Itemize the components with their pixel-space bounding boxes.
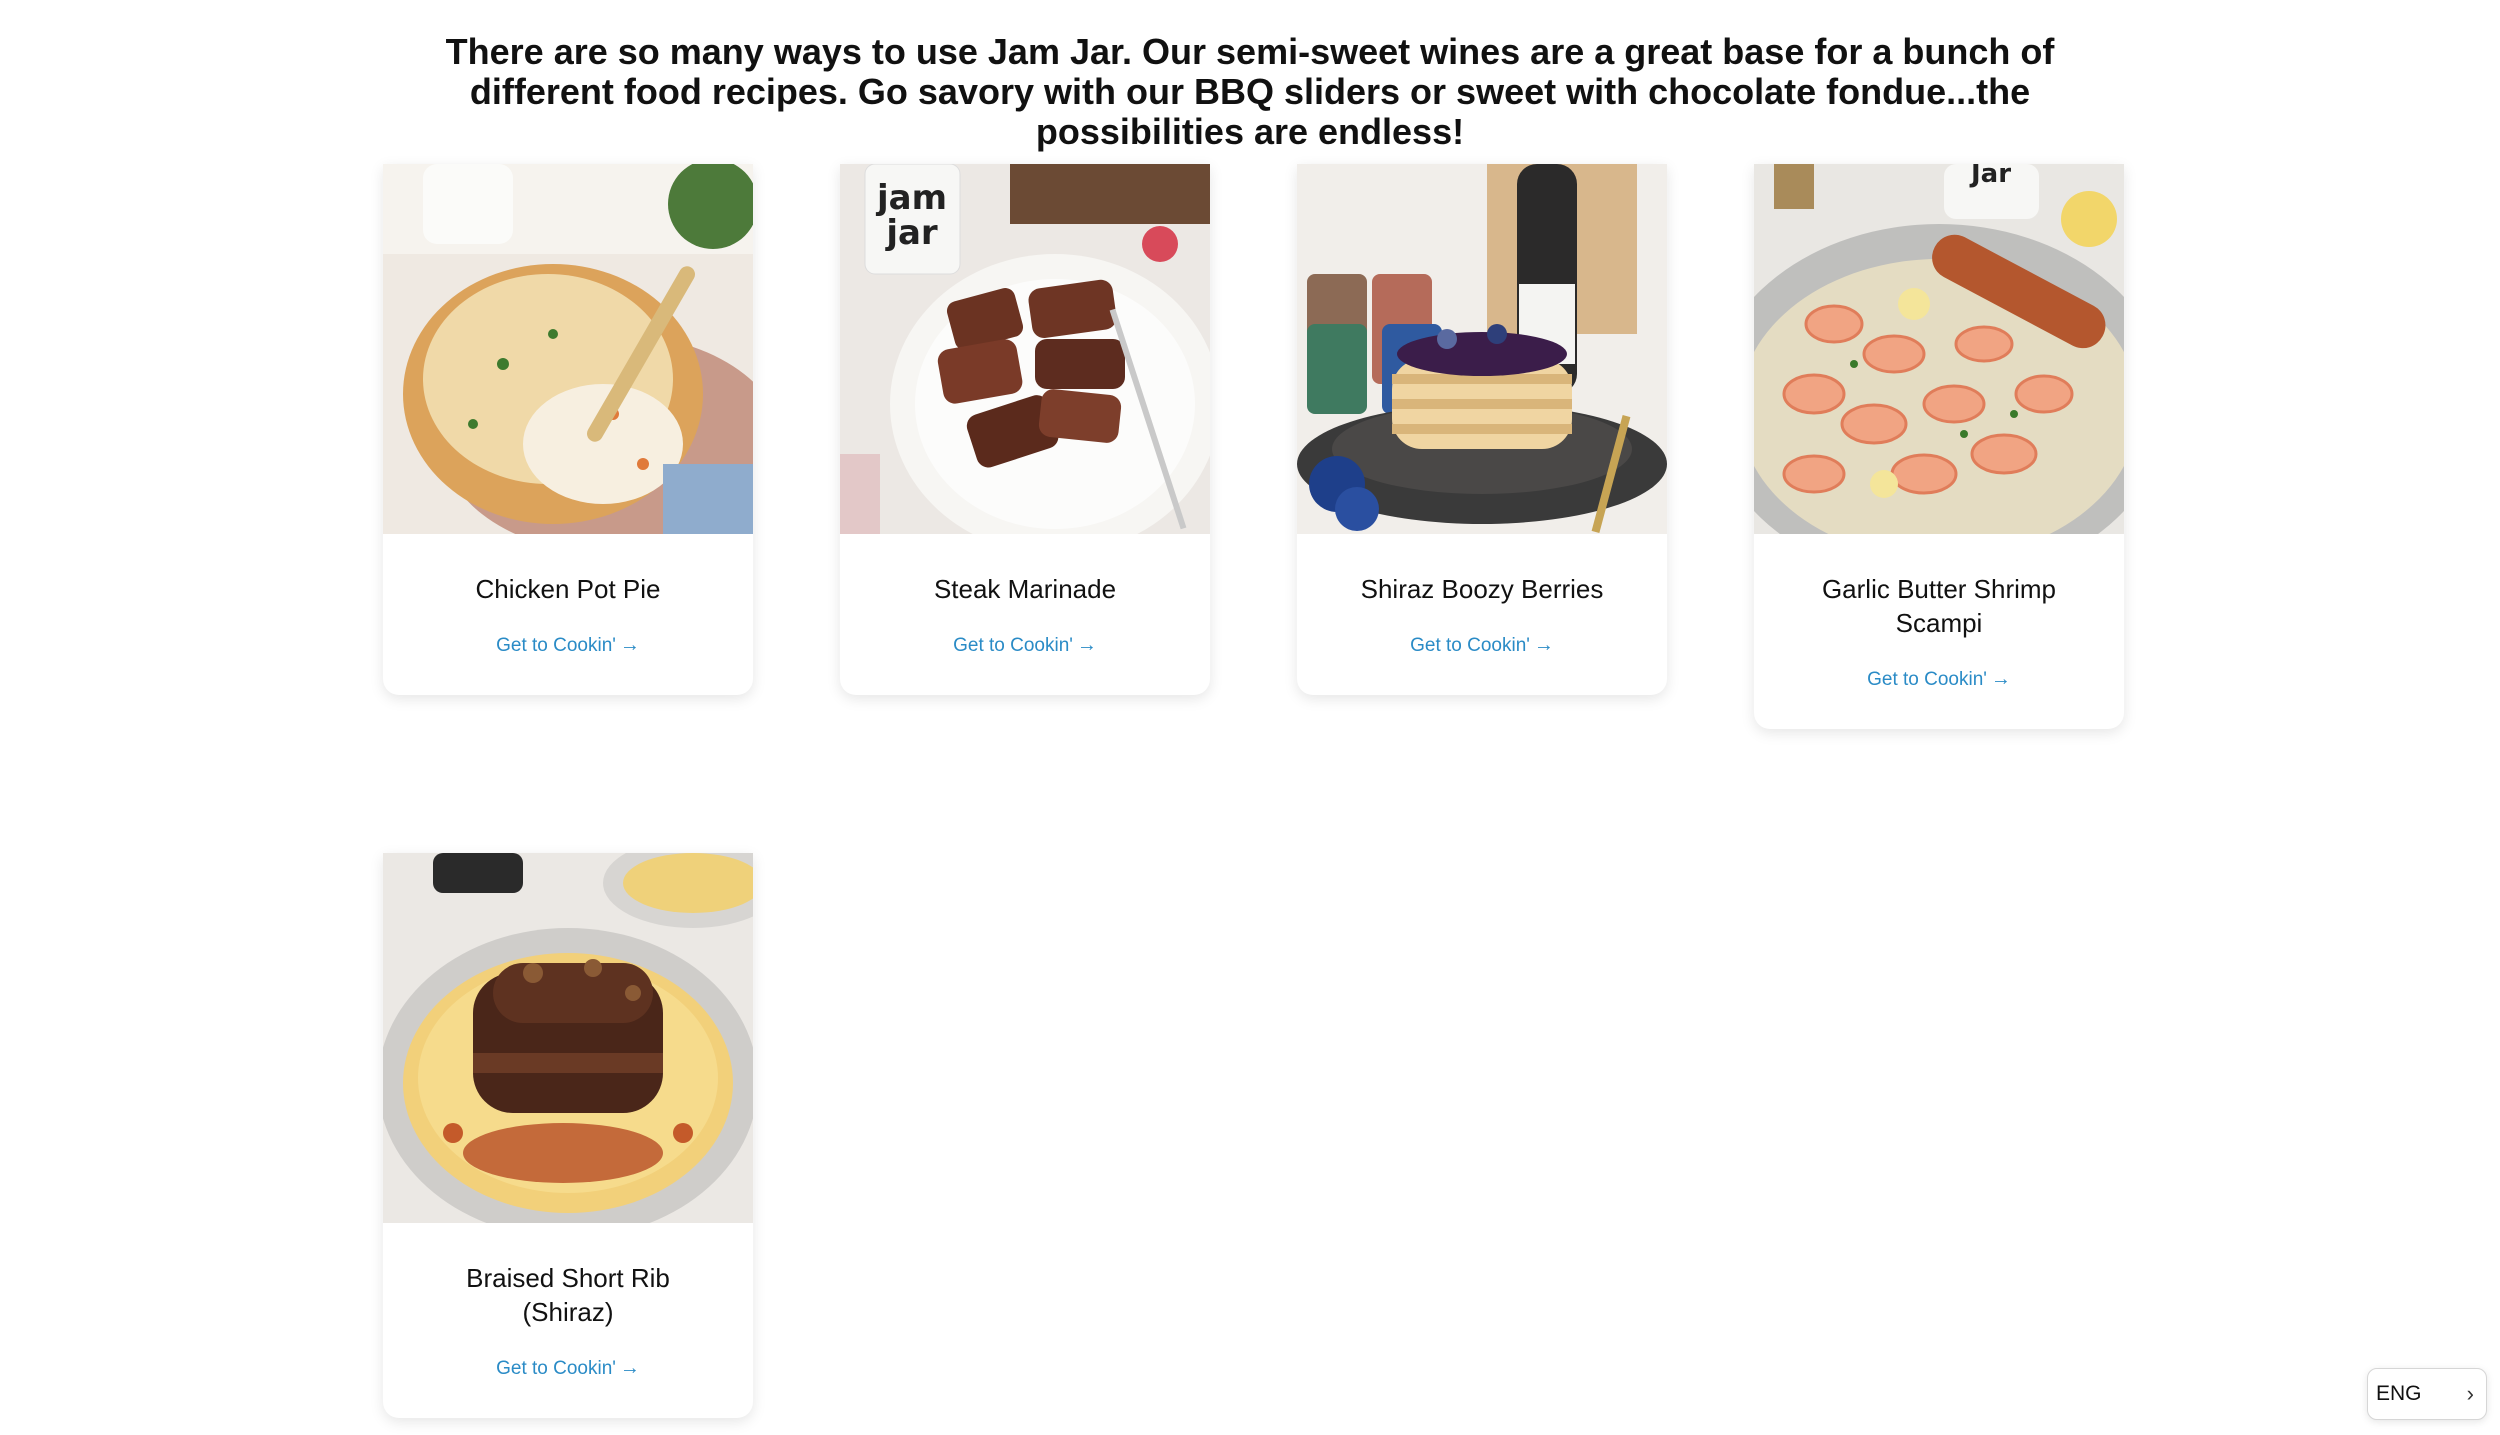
svg-text:jam: jam [875,178,947,218]
arrow-right-icon: → [1533,634,1554,656]
chicken-pot-pie-photo[interactable] [383,164,753,534]
arrow-right-icon: → [1990,668,2011,690]
braised-short-rib-photo[interactable] [383,853,753,1223]
garlic-butter-shrimp-scampi-photo[interactable]: Jar [1754,164,2124,534]
get-to-cookin-link[interactable]: Get to Cookin' → [383,634,753,695]
chevron-right-icon: › [2466,1381,2474,1406]
recipe-card-garlic-butter-shrimp-scampi[interactable]: Jar Garlic Butter Shrimp Scampi Get to C… [1754,164,2124,729]
intro-heading: There are so many ways to use Jam Jar. O… [445,31,2055,152]
recipe-title: Shiraz Boozy Berries [1360,574,1604,604]
language-selector[interactable]: ENG › [2367,1368,2487,1420]
recipe-title: Steak Marinade [933,574,1117,604]
recipe-title: Chicken Pot Pie [475,574,661,604]
recipe-card-shiraz-boozy-berries[interactable]: Shiraz Boozy Berries Get to Cookin' → [1297,164,1667,695]
recipe-card-braised-short-rib[interactable]: Braised Short Rib (Shiraz) Get to Cookin… [383,853,753,1418]
svg-text:jar: jar [884,213,938,253]
get-to-cookin-link[interactable]: Get to Cookin' → [383,1357,753,1418]
arrow-right-icon: → [1076,634,1097,656]
recipe-title: Garlic Butter Shrimp Scampi [1821,574,2057,638]
svg-text:Jar: Jar [1969,164,2011,189]
arrow-right-icon: → [619,1357,640,1379]
recipe-title: Braised Short Rib (Shiraz) [466,1263,670,1327]
get-to-cookin-link[interactable]: Get to Cookin' → [1297,634,1667,695]
shiraz-boozy-berries-photo[interactable] [1297,164,1667,534]
arrow-right-icon: → [619,634,640,656]
get-to-cookin-link[interactable]: Get to Cookin' → [1754,668,2124,729]
steak-marinade-photo[interactable]: jam jar [840,164,1210,534]
recipe-card-steak-marinade[interactable]: jam jar Steak Marinade Get to Cookin' → [840,164,1210,695]
recipe-card-chicken-pot-pie[interactable]: Chicken Pot Pie Get to Cookin' → [383,164,753,695]
get-to-cookin-link[interactable]: Get to Cookin' → [840,634,1210,695]
language-label: ENG [2376,1382,2422,1405]
